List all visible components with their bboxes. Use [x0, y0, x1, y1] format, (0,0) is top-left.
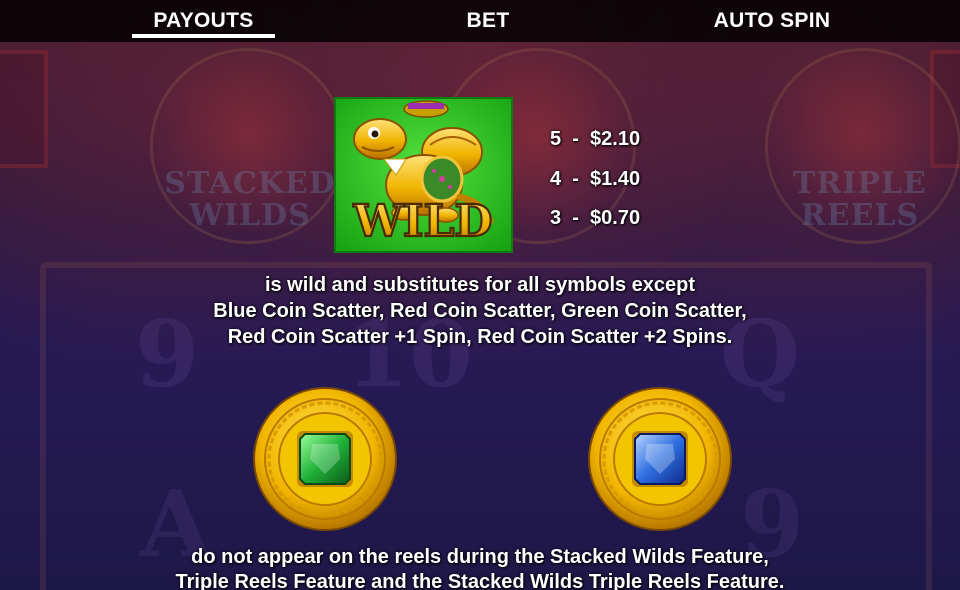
payout-count: 3 — [550, 207, 562, 229]
payout-row: 4 - $1.40 — [550, 168, 641, 190]
payout-value: $2.10 — [590, 128, 641, 150]
wild-description-line: Red Coin Scatter +1 Spin, Red Coin Scatt… — [227, 326, 733, 348]
wild-description-line: Blue Coin Scatter, Red Coin Scatter, Gre… — [213, 300, 747, 322]
active-tab-indicator — [132, 34, 275, 38]
background-feature-label: STACKED WILDS — [164, 166, 336, 233]
background-medallion — [150, 48, 346, 244]
wild-turtle-icon: WILD — [334, 97, 513, 253]
tab-bet[interactable]: BET — [430, 0, 546, 42]
coin-description-line: do not appear on the reels during the St… — [191, 546, 769, 568]
payout-row: 5 - $2.10 — [550, 128, 641, 150]
coin-description-line: Triple Reels Feature and the Stacked Wil… — [175, 571, 785, 590]
paytable-screen: STACKED WILDS TRIPLE REELS 9 10 Q A 9 PA… — [0, 0, 960, 590]
payout-value: $0.70 — [590, 207, 641, 229]
wild-description-line: is wild and substitutes for all symbols … — [264, 274, 696, 296]
payout-row: 3 - $0.70 — [550, 207, 641, 229]
paytable-tab-bar: PAYOUTS BET AUTO SPIN — [0, 0, 960, 42]
payout-value: $1.40 — [590, 168, 641, 190]
payout-count: 5 — [550, 128, 562, 150]
background-feature-label: TRIPLE REELS — [793, 166, 927, 233]
background-side-panel — [930, 50, 960, 168]
background-medallion — [765, 48, 960, 244]
green-coin-scatter-icon — [253, 387, 397, 531]
background-side-panel — [0, 50, 48, 168]
payout-count: 4 — [550, 168, 562, 190]
tab-auto-spin[interactable]: AUTO SPIN — [690, 0, 854, 42]
blue-coin-scatter-icon — [588, 387, 732, 531]
wild-symbol-text: WILD — [352, 196, 492, 247]
